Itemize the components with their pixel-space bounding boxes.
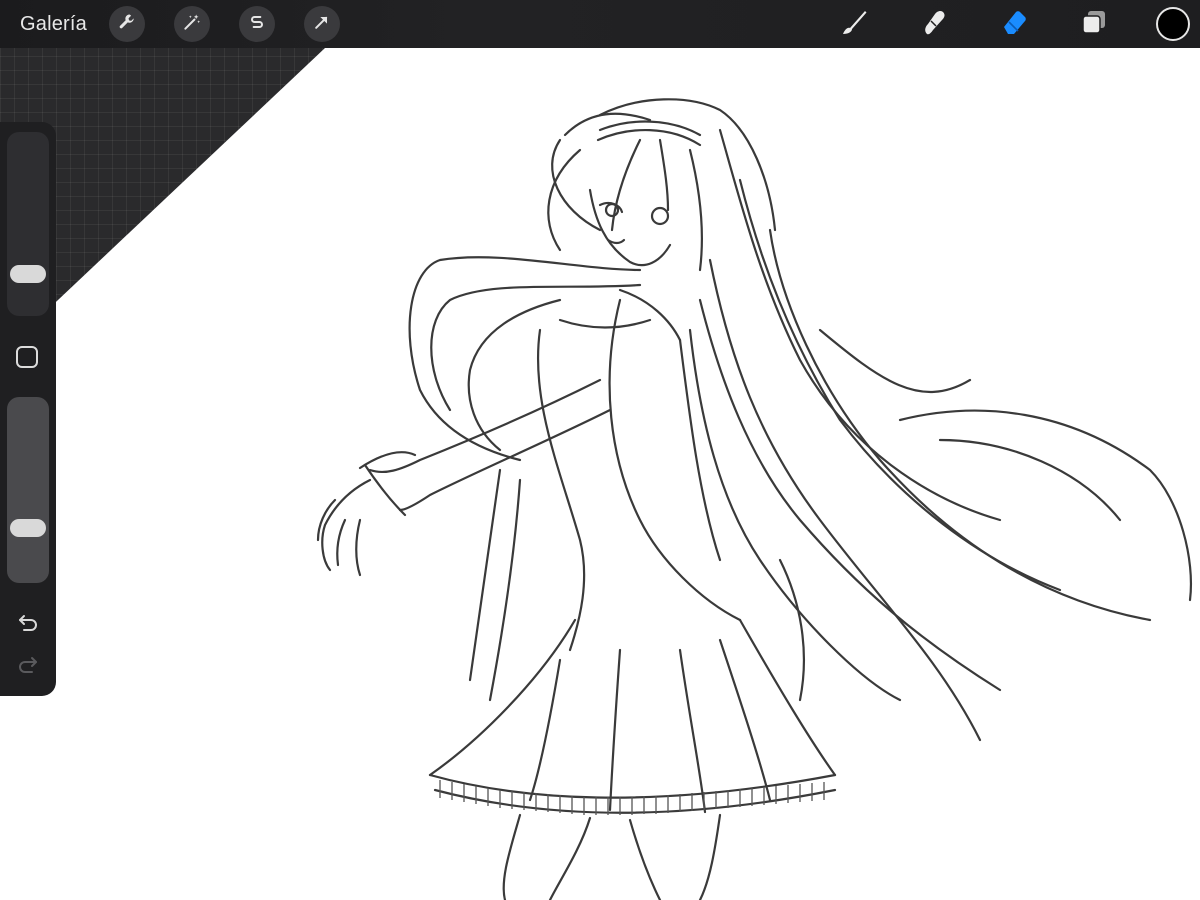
left-sidebar bbox=[0, 122, 56, 696]
transform-button[interactable] bbox=[304, 6, 340, 42]
gallery-button[interactable]: Galería bbox=[20, 13, 87, 36]
drawing-canvas[interactable] bbox=[0, 0, 1200, 900]
top-toolbar: Galería bbox=[0, 0, 1200, 48]
wrench-icon bbox=[117, 12, 137, 37]
brush-tool[interactable] bbox=[836, 6, 872, 42]
brush-size-slider[interactable] bbox=[7, 132, 49, 316]
brush-size-thumb[interactable] bbox=[10, 265, 46, 283]
brush-icon bbox=[839, 7, 869, 42]
selection-button[interactable] bbox=[239, 6, 275, 42]
smudge-tool[interactable] bbox=[916, 6, 952, 42]
opacity-thumb[interactable] bbox=[10, 519, 46, 537]
redo-icon bbox=[16, 652, 40, 681]
canvas-artwork[interactable] bbox=[0, 0, 1200, 900]
magic-wand-icon bbox=[182, 12, 202, 37]
arrow-transform-icon bbox=[312, 12, 332, 37]
undo-icon bbox=[16, 610, 40, 639]
undo-button[interactable] bbox=[14, 610, 42, 638]
actions-button[interactable] bbox=[109, 6, 145, 42]
smudge-icon bbox=[919, 7, 949, 42]
eraser-tool[interactable] bbox=[996, 6, 1032, 42]
modify-button[interactable] bbox=[16, 346, 38, 368]
opacity-slider[interactable] bbox=[7, 397, 49, 583]
redo-button[interactable] bbox=[14, 652, 42, 680]
adjustments-button[interactable] bbox=[174, 6, 210, 42]
layers-icon bbox=[1079, 7, 1109, 42]
color-swatch[interactable] bbox=[1156, 7, 1190, 41]
selection-s-icon bbox=[247, 12, 267, 37]
tool-group bbox=[792, 0, 1200, 48]
eraser-icon bbox=[999, 7, 1029, 42]
layers-tool[interactable] bbox=[1076, 6, 1112, 42]
